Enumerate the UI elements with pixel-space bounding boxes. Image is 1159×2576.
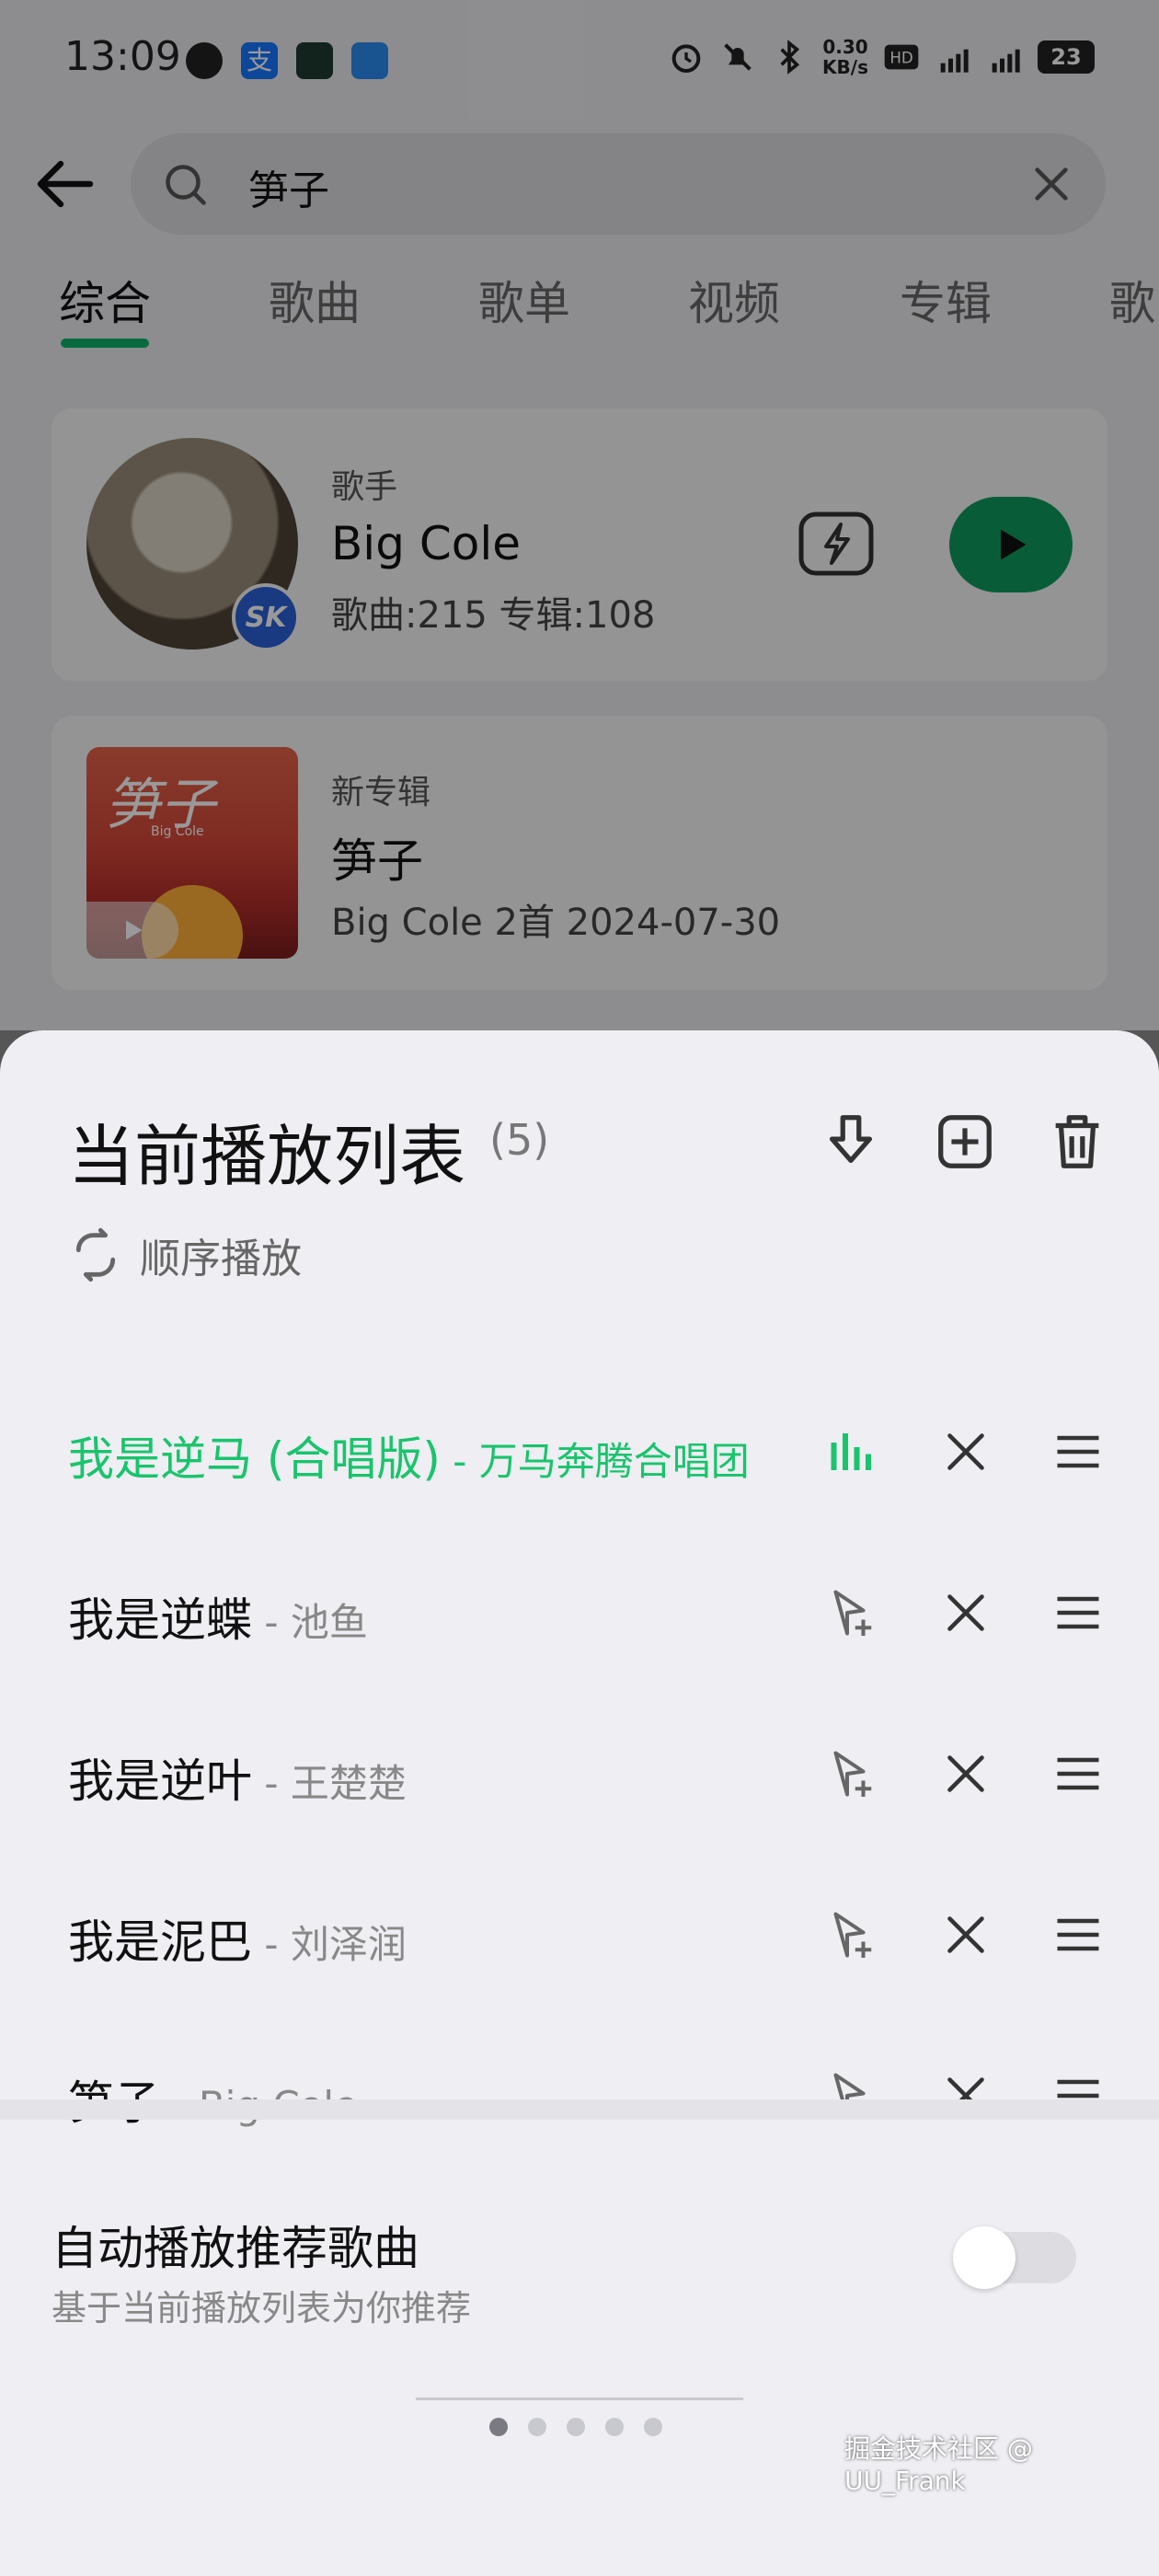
page-dot[interactable] bbox=[489, 2418, 508, 2436]
remove-song-icon[interactable] bbox=[938, 1907, 993, 1962]
song-row[interactable]: 我是逆叶 - 王楚楚 bbox=[0, 1698, 1159, 1859]
pager-line bbox=[416, 2398, 743, 2400]
play-next-icon[interactable] bbox=[824, 1585, 879, 1640]
song-row[interactable]: 我是泥巴 - 刘泽润 bbox=[0, 1859, 1159, 2020]
remove-song-icon[interactable] bbox=[938, 1746, 993, 1801]
page-dot[interactable] bbox=[605, 2418, 624, 2436]
now-playing-bars-icon bbox=[831, 1433, 871, 1470]
add-to-playlist-icon[interactable] bbox=[933, 1110, 997, 1174]
song-artist: 王楚楚 bbox=[290, 1761, 407, 1806]
drag-handle-icon[interactable] bbox=[1050, 1907, 1106, 1962]
song-separator: - bbox=[440, 1439, 479, 1484]
play-next-icon[interactable] bbox=[824, 1746, 879, 1801]
page-indicator bbox=[489, 2418, 662, 2436]
download-icon[interactable] bbox=[819, 1110, 883, 1174]
song-title: 我是逆马 (合唱版) bbox=[68, 1432, 441, 1486]
song-title: 我是逆叶 bbox=[68, 1754, 252, 1808]
play-order-toggle[interactable]: 顺序播放 bbox=[66, 1225, 302, 1284]
sheet-title: 当前播放列表 bbox=[68, 1118, 466, 1195]
song-separator: - bbox=[252, 1761, 291, 1806]
repeat-order-icon bbox=[75, 1227, 116, 1282]
remove-song-icon[interactable] bbox=[938, 1424, 993, 1479]
song-title: 我是泥巴 bbox=[68, 1915, 252, 1969]
remove-song-icon[interactable] bbox=[938, 1585, 993, 1640]
song-separator: - bbox=[252, 1600, 291, 1645]
song-artist: 池鱼 bbox=[290, 1600, 368, 1645]
play-order-label: 顺序播放 bbox=[140, 1236, 302, 1282]
toggle-knob bbox=[953, 2226, 1016, 2289]
page-dot[interactable] bbox=[567, 2418, 585, 2436]
autoplay-subtitle: 基于当前播放列表为你推荐 bbox=[52, 2288, 472, 2329]
song-artist: 刘泽润 bbox=[290, 1922, 407, 1967]
page-dot[interactable] bbox=[644, 2418, 662, 2436]
song-row[interactable]: 我是逆马 (合唱版) - 万马奔腾合唱团 bbox=[0, 1376, 1159, 1537]
trash-icon[interactable] bbox=[1045, 1110, 1109, 1174]
play-next-icon[interactable] bbox=[824, 1907, 879, 1962]
drag-handle-icon[interactable] bbox=[1050, 1746, 1106, 1801]
autoplay-title: 自动播放推荐歌曲 bbox=[52, 2222, 419, 2275]
page-dot[interactable] bbox=[528, 2418, 546, 2436]
autoplay-toggle[interactable] bbox=[953, 2226, 1076, 2289]
song-separator: - bbox=[252, 1922, 291, 1967]
song-artist: 万马奔腾合唱团 bbox=[478, 1439, 750, 1484]
drag-handle-icon[interactable] bbox=[1050, 1585, 1106, 1640]
song-title: 我是逆蝶 bbox=[68, 1593, 252, 1647]
playlist-count: (5) bbox=[489, 1115, 550, 1165]
section-divider bbox=[0, 2099, 1159, 2120]
drag-handle-icon[interactable] bbox=[1050, 1424, 1106, 1479]
song-row[interactable]: 我是逆蝶 - 池鱼 bbox=[0, 1537, 1159, 1698]
watermark: 掘金技术社区 @ UU_Frank bbox=[844, 2433, 1033, 2496]
playlist-sheet: 当前播放列表 (5) 顺序播放 我是逆马 (合唱版) - 万马奔腾合唱团 我是逆… bbox=[0, 1030, 1159, 2576]
